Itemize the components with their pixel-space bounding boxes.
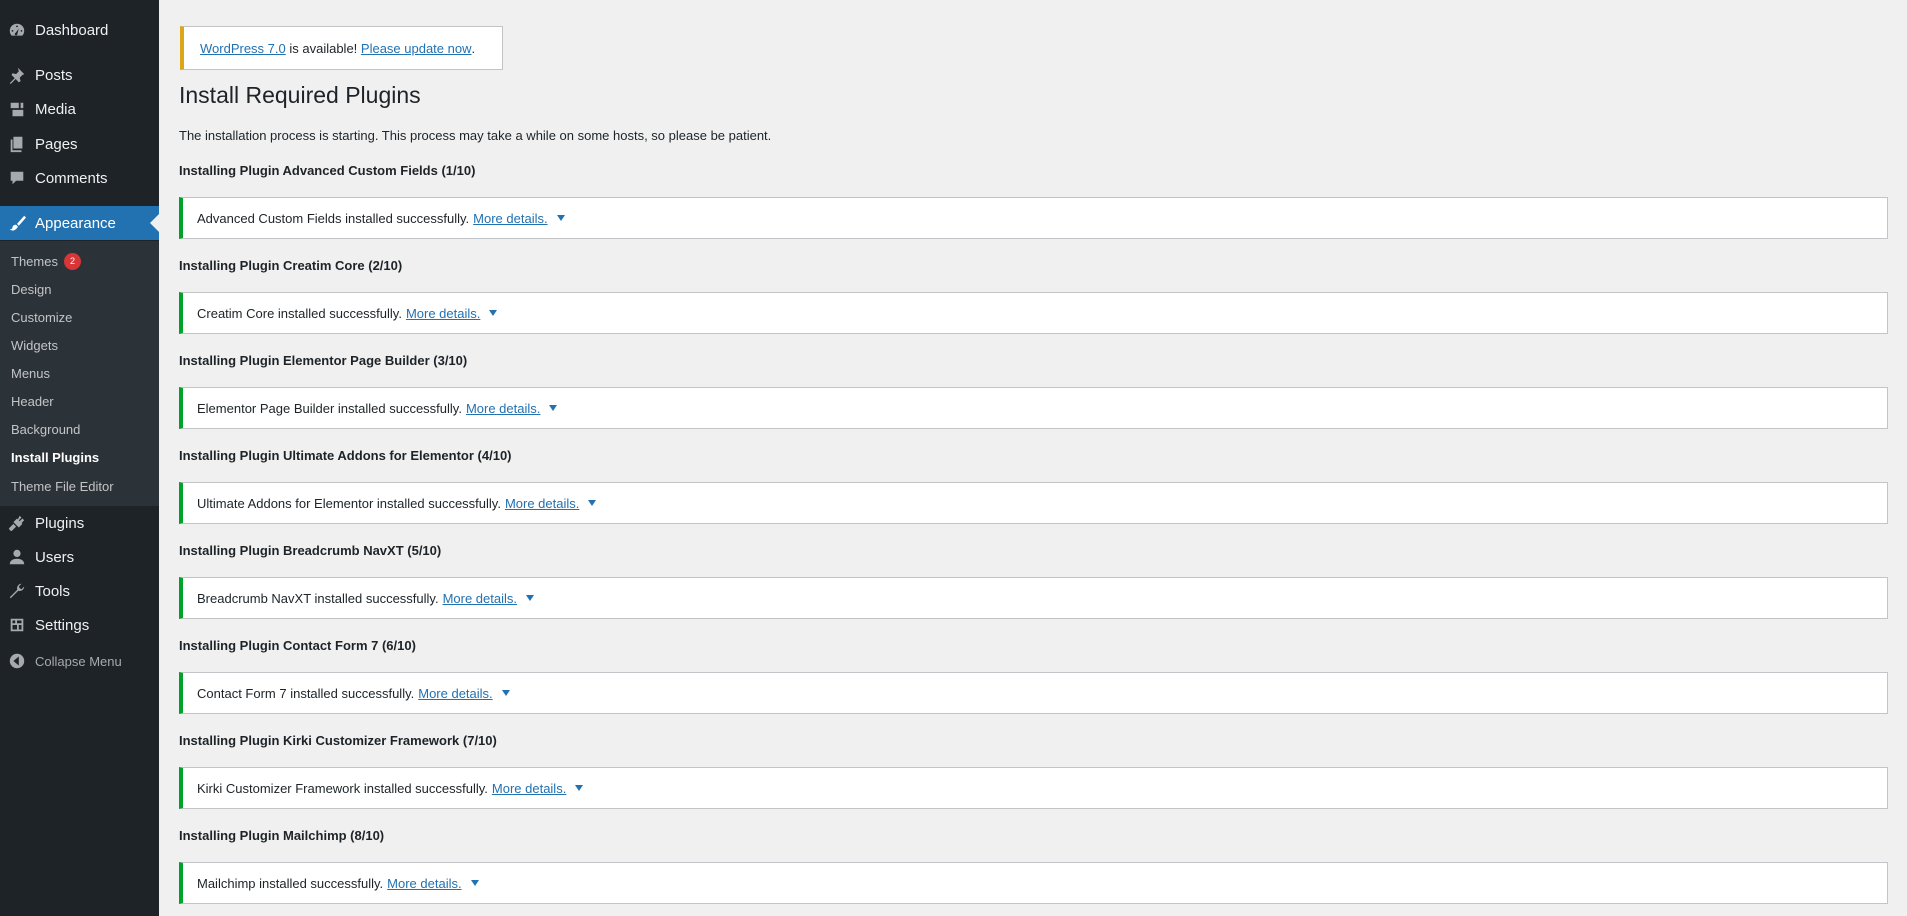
submenu-background[interactable]: Background xyxy=(11,419,80,439)
wrench-icon xyxy=(7,581,27,601)
submenu-themes[interactable]: Themes 2 xyxy=(11,251,81,271)
main-content: WordPress 7.0 is available! Please updat… xyxy=(159,0,1907,916)
install-success-message: Breadcrumb NavXT installed successfully. xyxy=(197,590,439,606)
install-step-title: Installing Plugin Creatim Core (2/10) xyxy=(179,258,403,273)
admin-sidebar: Dashboard Posts Media Pages Comments App… xyxy=(0,0,159,916)
themes-update-badge: 2 xyxy=(63,252,81,270)
pushpin-icon xyxy=(7,65,27,85)
more-details-link[interactable]: More details. xyxy=(406,306,480,321)
install-success-notice: Elementor Page Builder installed success… xyxy=(179,387,1888,429)
menu-dashboard[interactable]: Dashboard xyxy=(0,13,159,47)
more-details-link[interactable]: More details. xyxy=(466,401,540,416)
page-title: Install Required Plugins xyxy=(179,82,421,108)
install-success-notice: Breadcrumb NavXT installed successfully.… xyxy=(179,577,1888,619)
install-success-message: Creatim Core installed successfully. xyxy=(197,305,402,321)
menu-media[interactable]: Media xyxy=(0,92,159,126)
comment-icon xyxy=(7,168,27,188)
install-success-notice: Kirki Customizer Framework installed suc… xyxy=(179,767,1888,809)
install-step-title: Installing Plugin Breadcrumb NavXT (5/10… xyxy=(179,543,442,558)
menu-comments[interactable]: Comments xyxy=(0,161,159,195)
menu-dashboard-label: Dashboard xyxy=(35,21,109,39)
install-step-title: Installing Plugin Mailchimp (8/10) xyxy=(179,828,385,843)
menu-comments-label: Comments xyxy=(35,169,108,187)
submenu-install-plugins[interactable]: Install Plugins xyxy=(11,447,99,467)
submenu-widgets[interactable]: Widgets xyxy=(11,335,58,355)
install-success-notice: Ultimate Addons for Elementor installed … xyxy=(179,482,1888,524)
install-success-notice: Advanced Custom Fields installed success… xyxy=(179,197,1888,239)
menu-tools-label: Tools xyxy=(35,582,71,600)
more-details-link[interactable]: More details. xyxy=(492,781,566,796)
caret-down-icon[interactable] xyxy=(588,500,597,506)
install-intro: The installation process is starting. Th… xyxy=(179,128,772,143)
install-success-message: Advanced Custom Fields installed success… xyxy=(197,210,470,226)
menu-plugins-label: Plugins xyxy=(35,514,85,532)
menu-pages[interactable]: Pages xyxy=(0,127,159,161)
install-success-message: Contact Form 7 installed successfully. xyxy=(197,685,415,701)
caret-down-icon[interactable] xyxy=(489,310,498,316)
more-details-link[interactable]: More details. xyxy=(473,211,547,226)
collapse-icon xyxy=(7,651,27,671)
install-step-title: Installing Plugin Kirki Customizer Frame… xyxy=(179,733,497,748)
wordpress-version-link[interactable]: WordPress 7.0 xyxy=(200,41,286,56)
menu-pages-label: Pages xyxy=(35,135,78,153)
install-success-message: Kirki Customizer Framework installed suc… xyxy=(197,780,488,796)
collapse-menu-button[interactable]: Collapse Menu xyxy=(0,644,159,678)
menu-users[interactable]: Users xyxy=(0,540,159,574)
install-step-title: Installing Plugin Elementor Page Builder… xyxy=(179,353,468,368)
caret-down-icon[interactable] xyxy=(501,690,510,696)
more-details-link[interactable]: More details. xyxy=(443,591,517,606)
menu-appearance[interactable]: Appearance xyxy=(0,206,159,240)
update-nag: WordPress 7.0 is available! Please updat… xyxy=(180,26,503,70)
install-success-message: Elementor Page Builder installed success… xyxy=(197,400,462,416)
install-success-message: Ultimate Addons for Elementor installed … xyxy=(197,495,501,511)
more-details-link[interactable]: More details. xyxy=(387,876,461,891)
submenu-themes-label: Themes xyxy=(11,253,58,269)
update-nag-end: . xyxy=(471,40,476,56)
plugin-icon xyxy=(7,513,27,533)
menu-media-label: Media xyxy=(35,100,76,118)
menu-settings-label: Settings xyxy=(35,616,90,634)
menu-settings[interactable]: Settings xyxy=(0,608,159,642)
install-success-notice: Contact Form 7 installed successfully. Mo… xyxy=(179,672,1888,714)
install-success-message: Mailchimp installed successfully. xyxy=(197,875,384,891)
menu-posts[interactable]: Posts xyxy=(0,58,159,92)
submenu-customize[interactable]: Customize xyxy=(11,307,72,327)
install-success-notice: Mailchimp installed successfully. More de… xyxy=(179,862,1888,904)
install-success-notice: Creatim Core installed successfully. More… xyxy=(179,292,1888,334)
update-nag-text: is available! xyxy=(285,40,361,56)
caret-down-icon[interactable] xyxy=(549,405,558,411)
submenu-menus[interactable]: Menus xyxy=(11,363,50,383)
collapse-menu-label: Collapse Menu xyxy=(35,653,122,669)
install-step-title: Installing Plugin Advanced Custom Fields… xyxy=(179,163,476,178)
update-now-link[interactable]: Please update now xyxy=(361,41,472,56)
menu-tools[interactable]: Tools xyxy=(0,574,159,608)
pages-icon xyxy=(7,134,27,154)
paintbrush-icon xyxy=(7,213,27,233)
menu-users-label: Users xyxy=(35,548,75,566)
user-icon xyxy=(7,547,27,567)
media-icon xyxy=(7,99,27,119)
more-details-link[interactable]: More details. xyxy=(418,686,492,701)
menu-posts-label: Posts xyxy=(35,66,73,84)
settings-icon xyxy=(7,615,27,635)
install-step-title: Installing Plugin Ultimate Addons for El… xyxy=(179,448,512,463)
menu-plugins[interactable]: Plugins xyxy=(0,506,159,540)
more-details-link[interactable]: More details. xyxy=(505,496,579,511)
caret-down-icon[interactable] xyxy=(556,215,565,221)
menu-appearance-label: Appearance xyxy=(35,214,116,232)
caret-down-icon[interactable] xyxy=(470,880,479,886)
dashboard-icon xyxy=(7,20,27,40)
caret-down-icon[interactable] xyxy=(525,595,534,601)
caret-down-icon[interactable] xyxy=(575,785,584,791)
install-step-title: Installing Plugin Contact Form 7 (6/10) xyxy=(179,638,416,653)
submenu-header[interactable]: Header xyxy=(11,391,54,411)
submenu-theme-file-editor[interactable]: Theme File Editor xyxy=(11,476,114,496)
submenu-design[interactable]: Design xyxy=(11,279,51,299)
